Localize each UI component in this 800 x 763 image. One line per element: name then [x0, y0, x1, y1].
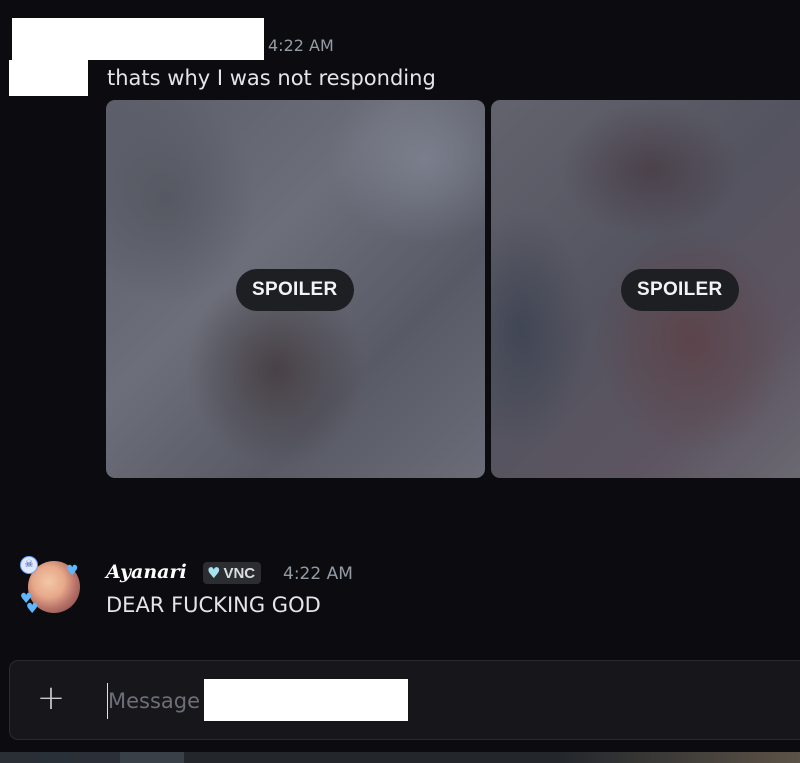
taskbar-strip: [0, 752, 800, 763]
redacted-author-name: [12, 18, 264, 60]
message-timestamp: 4:22 AM: [268, 36, 334, 55]
redacted-avatar: [9, 60, 88, 96]
spoiler-image-attachment[interactable]: SPOILER: [491, 100, 800, 478]
plus-icon[interactable]: +: [36, 681, 66, 715]
heart-icon: ♥: [26, 601, 39, 617]
avatar[interactable]: ☠ ♥ ♥ ♥: [20, 556, 80, 617]
heart-icon: ♥: [207, 564, 221, 582]
spoiler-label[interactable]: SPOILER: [236, 269, 354, 311]
message-text: thats why I was not responding: [107, 66, 436, 90]
message-input[interactable]: [107, 683, 710, 719]
heart-icon: ♥: [66, 563, 79, 579]
message-timestamp: 4:22 AM: [283, 564, 353, 584]
role-badge[interactable]: ♥ VNC: [203, 562, 262, 584]
message-author[interactable]: Ayanari: [106, 561, 187, 583]
skull-icon: ☠: [20, 556, 38, 574]
spoiler-label[interactable]: SPOILER: [621, 269, 739, 311]
redacted-channel-name: [204, 679, 408, 721]
spoiler-image-attachment[interactable]: SPOILER: [106, 100, 485, 478]
message-text: DEAR FUCKING GOD: [106, 593, 321, 617]
badge-label: VNC: [223, 564, 256, 582]
